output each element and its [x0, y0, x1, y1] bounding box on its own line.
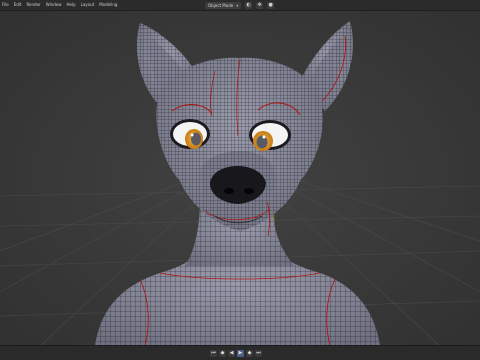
play-reverse-icon[interactable]: ◀: [228, 349, 235, 357]
playback-controls: ⏮ ◆ ◀ ▶ ◆ ⏭: [210, 349, 262, 357]
blender-window: File Edit Render Window Help Layout Mode…: [0, 0, 480, 360]
play-icon[interactable]: ▶: [237, 349, 244, 357]
menu-modeling[interactable]: Modeling: [99, 0, 117, 10]
overlay-icon[interactable]: ◐: [245, 1, 253, 9]
3d-viewport[interactable]: [0, 11, 480, 346]
viewport-shading-icon[interactable]: ●: [267, 1, 275, 9]
viewport-canvas: [0, 11, 480, 346]
chevron-down-icon: ▾: [236, 2, 239, 8]
menu-edit[interactable]: Edit: [14, 0, 22, 10]
mode-label: Object Mode: [208, 2, 234, 8]
jump-end-icon[interactable]: ⏭: [255, 349, 262, 357]
main-menu: File Edit Render Window Help Layout Mode…: [2, 0, 117, 10]
timeline-bar: ⏮ ◆ ◀ ▶ ◆ ⏭: [0, 345, 480, 360]
mode-dropdown[interactable]: Object Mode ▾: [205, 1, 242, 9]
top-header: File Edit Render Window Help Layout Mode…: [0, 0, 480, 11]
jump-start-icon[interactable]: ⏮: [210, 349, 217, 357]
gizmo-icon[interactable]: ✥: [256, 1, 264, 9]
menu-layout[interactable]: Layout: [81, 0, 95, 10]
menu-help[interactable]: Help: [66, 0, 75, 10]
header-tools: Object Mode ▾ ◐ ✥ ●: [205, 1, 275, 9]
menu-window[interactable]: Window: [46, 0, 62, 10]
menu-render[interactable]: Render: [26, 0, 40, 10]
menu-file[interactable]: File: [2, 0, 9, 10]
next-keyframe-icon[interactable]: ◆: [246, 349, 253, 357]
previous-keyframe-icon[interactable]: ◆: [219, 349, 226, 357]
